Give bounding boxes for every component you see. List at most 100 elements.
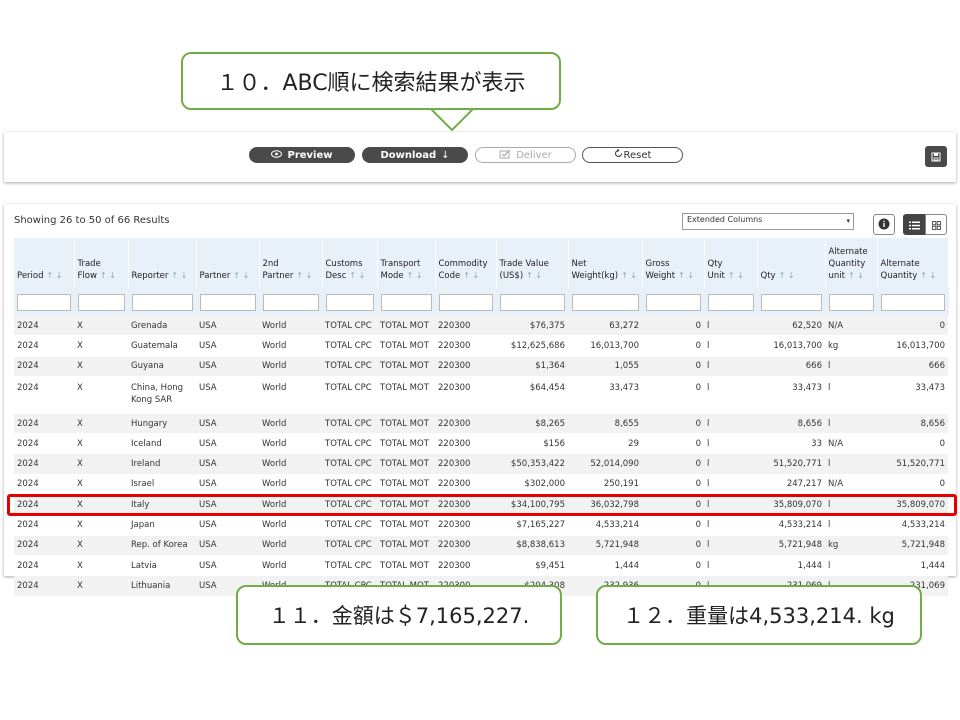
sort-arrows-icon[interactable]: ↑ ↓ xyxy=(407,271,423,280)
preview-button[interactable]: Preview xyxy=(249,147,355,163)
column-header[interactable]: Partner ↑ ↓ xyxy=(196,238,260,288)
table-cell: l xyxy=(704,453,757,475)
sort-arrows-icon[interactable]: ↑ ↓ xyxy=(779,271,795,280)
column-header[interactable]: Gross Weight ↑ ↓ xyxy=(642,238,705,288)
table-cell: 666 xyxy=(877,356,948,377)
column-header[interactable]: Trade Value (US$) ↑ ↓ xyxy=(496,238,569,288)
table-row[interactable]: 2024 X Guatemala USA World TOTAL CPC TOTAL MOT… xyxy=(14,335,948,357)
column-filter-cell xyxy=(14,288,75,316)
table-cell: TOTAL CPC xyxy=(322,413,377,435)
column-filter-input[interactable] xyxy=(199,293,256,311)
save-button[interactable] xyxy=(925,146,947,167)
list-view-button[interactable] xyxy=(903,214,925,235)
download-button[interactable]: Download ↓ xyxy=(362,147,468,163)
table-row[interactable]: 2024 X Hungary USA World TOTAL CPC TOTAL MOT 22… xyxy=(14,413,948,435)
deliver-icon xyxy=(499,149,511,162)
column-header[interactable]: Alternate Quantity unit ↑ ↓ xyxy=(825,238,878,288)
table-row[interactable]: 2024 X Italy USA World TOTAL CPC TOTAL MOT 2203… xyxy=(14,494,948,516)
table-cell: l xyxy=(825,413,877,435)
sort-arrows-icon[interactable]: ↑ ↓ xyxy=(233,271,249,280)
column-header[interactable]: 2nd Partner ↑ ↓ xyxy=(259,238,323,288)
grid-view-button[interactable] xyxy=(925,214,947,235)
sort-arrows-icon[interactable]: ↑ ↓ xyxy=(621,271,637,280)
deliver-button[interactable]: Deliver xyxy=(475,147,576,163)
table-row[interactable]: 2024 X Guyana USA World TOTAL CPC TOTAL MOT 220… xyxy=(14,356,948,377)
table-row[interactable]: 2024 X Rep. of Korea USA World TOTAL CPC TOTAL… xyxy=(14,535,948,556)
column-filter-input[interactable] xyxy=(325,293,374,311)
sort-arrows-icon[interactable]: ↑ ↓ xyxy=(47,271,63,280)
deliver-label: Deliver xyxy=(516,149,552,161)
table-cell: 0 xyxy=(642,453,704,475)
table-cell: 666 xyxy=(757,356,825,377)
sort-arrows-icon[interactable]: ↑ ↓ xyxy=(526,271,542,280)
sort-arrows-icon[interactable]: ↑ ↓ xyxy=(848,271,864,280)
arrow-down-icon: ↓ xyxy=(441,149,450,161)
column-header-label: Mode xyxy=(380,271,404,281)
table-cell: Hungary xyxy=(128,413,196,435)
column-filter-input[interactable] xyxy=(438,293,493,311)
table-cell: World xyxy=(259,316,322,337)
table-cell: 0 xyxy=(642,356,704,377)
column-header[interactable]: Reporter ↑ ↓ xyxy=(128,238,197,288)
table-cell: l xyxy=(825,356,877,377)
column-filter-input[interactable] xyxy=(707,293,754,311)
column-filter-input[interactable] xyxy=(17,293,71,311)
table-cell: 0 xyxy=(642,376,704,414)
column-header[interactable]: Transport Mode ↑ ↓ xyxy=(377,238,436,288)
table-row[interactable]: 2024 X Japan USA World TOTAL CPC TOTAL MOT 2203… xyxy=(14,514,948,536)
column-filter-input[interactable] xyxy=(262,293,319,311)
column-filter-input[interactable] xyxy=(571,293,639,311)
sort-arrows-icon[interactable]: ↑ ↓ xyxy=(728,271,744,280)
column-filter-input[interactable] xyxy=(77,293,125,311)
sort-arrows-icon[interactable]: ↑ ↓ xyxy=(296,271,312,280)
column-view-select[interactable]: Extended Columns ▾ xyxy=(682,213,854,230)
table-row[interactable]: 2024 X Latvia USA World TOTAL CPC TOTAL MOT 220… xyxy=(14,555,948,577)
sort-arrows-icon[interactable]: ↑ ↓ xyxy=(463,271,479,280)
column-header-label: Weight xyxy=(645,271,676,281)
column-filter-input[interactable] xyxy=(880,293,945,311)
column-header[interactable]: Customs Desc ↑ ↓ xyxy=(322,238,378,288)
table-cell: 5,721,948 xyxy=(757,535,825,556)
table-cell: 51,520,771 xyxy=(757,453,825,475)
column-filter-input[interactable] xyxy=(380,293,432,311)
column-filter-input[interactable] xyxy=(131,293,193,311)
column-header[interactable]: Net Weight(kg) ↑ ↓ xyxy=(568,238,643,288)
table-cell: USA xyxy=(196,514,259,536)
table-cell: World xyxy=(259,494,322,516)
table-row[interactable]: 2024 X China, Hong Kong SAR USA World TOTAL C… xyxy=(14,376,948,414)
column-filter-input[interactable] xyxy=(499,293,565,311)
table-row[interactable]: 2024 X Israel USA World TOTAL CPC TOTAL MOT 220… xyxy=(14,474,948,496)
column-filter-input[interactable] xyxy=(645,293,701,311)
column-header[interactable]: Period ↑ ↓ xyxy=(14,238,75,288)
column-filter-input[interactable] xyxy=(828,293,874,311)
info-button[interactable] xyxy=(873,214,895,235)
table-cell: l xyxy=(825,376,877,414)
column-filter-cell xyxy=(877,288,949,316)
table-cell: World xyxy=(259,356,322,377)
column-filter-input[interactable] xyxy=(760,293,822,311)
table-row[interactable]: 2024 X Grenada USA World TOTAL CPC TOTAL MOT 22… xyxy=(14,316,948,337)
sort-arrows-icon[interactable]: ↑ ↓ xyxy=(100,271,116,280)
table-cell: X xyxy=(74,535,128,556)
sort-arrows-icon[interactable]: ↑ ↓ xyxy=(678,271,694,280)
sort-arrows-icon[interactable]: ↑ ↓ xyxy=(920,271,936,280)
table-cell: TOTAL MOT xyxy=(377,555,435,577)
column-header-label: Qty xyxy=(707,259,723,269)
table-cell: TOTAL MOT xyxy=(377,514,435,536)
column-header[interactable]: Commodity Code ↑ ↓ xyxy=(435,238,497,288)
table-cell: X xyxy=(74,494,128,516)
table-row[interactable]: 2024 X Ireland USA World TOTAL CPC TOTAL MOT 22… xyxy=(14,453,948,475)
column-header[interactable]: Trade Flow ↑ ↓ xyxy=(74,238,129,288)
sort-arrows-icon[interactable]: ↑ ↓ xyxy=(349,271,365,280)
results-table: Period ↑ ↓ Trade Flow ↑ ↓ Reporter ↑ ↓ Partner ↑… xyxy=(14,238,949,597)
column-header[interactable]: Alternate Quantity ↑ ↓ xyxy=(877,238,949,288)
table-row[interactable]: 2024 X Iceland USA World TOTAL CPC TOTAL MOT 22… xyxy=(14,433,948,455)
table-cell: kg xyxy=(825,535,877,556)
reset-icon xyxy=(614,148,623,161)
reset-button[interactable]: Reset xyxy=(582,147,683,163)
table-cell: World xyxy=(259,335,322,357)
sort-arrows-icon[interactable]: ↑ ↓ xyxy=(171,271,187,280)
column-header[interactable]: Qty ↑ ↓ xyxy=(757,238,826,288)
column-header[interactable]: Qty Unit ↑ ↓ xyxy=(704,238,758,288)
table-cell: N/A xyxy=(825,474,877,496)
